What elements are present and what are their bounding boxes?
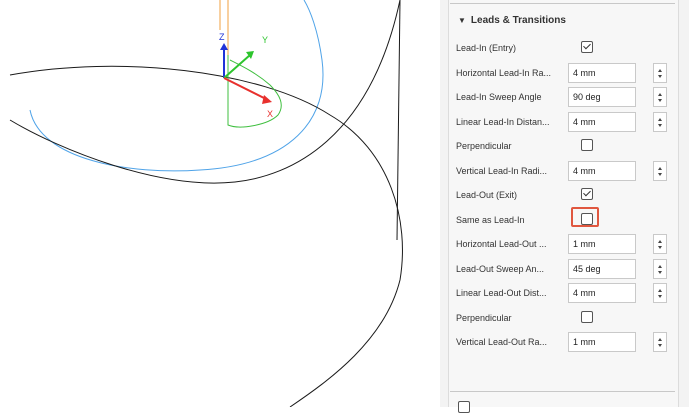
spinner-up-icon[interactable] (658, 93, 662, 96)
spinner-down-icon[interactable] (658, 246, 662, 249)
highlight-box (571, 206, 599, 227)
spinner-up-icon[interactable] (658, 289, 662, 292)
3d-viewport[interactable]: Z Y X (0, 0, 440, 407)
spinner-up-icon[interactable] (658, 338, 662, 341)
setting-row: Perpendicular (456, 136, 676, 158)
setting-row: Horizontal Lead-In Ra... 4 mm (456, 62, 676, 85)
spinner-down-icon[interactable] (658, 344, 662, 347)
z-axis-label: Z (219, 32, 225, 42)
setting-row: Vertical Lead-Out Ra... 1 mm (456, 332, 676, 354)
y-axis-label: Y (262, 35, 268, 45)
setting-value: 4 mm (573, 116, 596, 127)
spinner-down-icon[interactable] (658, 270, 662, 274)
spinner-buttons[interactable] (653, 283, 667, 303)
setting-label: Vertical Lead-Out Ra... (456, 337, 548, 347)
spinner-up-icon[interactable] (658, 264, 662, 268)
setting-value: 4 mm (573, 67, 596, 78)
spinner-buttons[interactable] (653, 258, 667, 279)
setting-value: 45 deg (573, 263, 601, 274)
section-header-leads[interactable]: ▼ Leads & Transitions (458, 15, 566, 26)
setting-value: 4 mm (573, 165, 596, 176)
setting-value: 4 mm (573, 288, 596, 298)
setting-value: 1 mm (573, 239, 596, 249)
lead-in-toolpath (227, 55, 282, 128)
spinner-down-icon[interactable] (658, 123, 662, 127)
setting-label: Lead-In (Entry) (456, 43, 517, 53)
spinner-down-icon[interactable] (658, 99, 662, 102)
setting-label: Perpendicular (456, 141, 512, 151)
setting-label: Horizontal Lead-Out ... (456, 239, 547, 249)
setting-row: Linear Lead-In Distan... 4 mm (456, 111, 676, 134)
section-divider-top (450, 3, 675, 4)
spinner-down-icon[interactable] (658, 172, 662, 176)
setting-value-input[interactable]: 1 mm (568, 234, 667, 254)
setting-label: Vertical Lead-In Radi... (456, 165, 548, 176)
setting-checkbox[interactable] (581, 41, 593, 53)
properties-panel: ▼ Leads & Transitions Lead-In (Entry) Hor… (440, 0, 689, 413)
setting-value-input[interactable]: 4 mm (568, 62, 667, 83)
next-section-checkbox[interactable] (458, 401, 470, 413)
setting-row: Lead-In (Entry) (456, 38, 676, 60)
setting-row: Vertical Lead-In Radi... 4 mm (456, 160, 676, 183)
section-title: Leads & Transitions (470, 15, 566, 26)
setting-checkbox[interactable] (581, 310, 593, 323)
spinner-buttons[interactable] (653, 111, 667, 132)
model-canvas[interactable]: Z Y X (0, 0, 440, 407)
setting-label: Perpendicular (456, 312, 512, 323)
spinner-up-icon[interactable] (658, 68, 662, 72)
x-axis-arrow (262, 95, 272, 104)
setting-value: 1 mm (573, 337, 596, 347)
setting-value: 90 deg (573, 92, 601, 102)
setting-checkbox[interactable] (581, 188, 593, 200)
collapse-triangle-icon[interactable]: ▼ (458, 16, 466, 25)
spinner-buttons[interactable] (653, 234, 667, 254)
setting-label: Lead-Out (Exit) (456, 190, 518, 200)
spinner-down-icon[interactable] (658, 74, 662, 78)
spinner-buttons[interactable] (653, 332, 667, 352)
setting-value-input[interactable]: 90 deg (568, 87, 667, 107)
setting-row: Horizontal Lead-Out ... 1 mm (456, 234, 676, 256)
setting-label: Horizontal Lead-In Ra... (456, 67, 552, 78)
setting-row: Perpendicular (456, 308, 676, 330)
setting-checkbox[interactable] (581, 139, 593, 151)
setting-label: Lead-Out Sweep An... (456, 263, 545, 274)
setting-label: Lead-In Sweep Angle (456, 92, 542, 102)
spinner-up-icon[interactable] (658, 240, 662, 243)
setting-row: Lead-Out Sweep An... 45 deg (456, 258, 676, 281)
spinner-buttons[interactable] (653, 160, 667, 181)
z-axis-arrow (220, 43, 228, 50)
spinner-up-icon[interactable] (658, 166, 662, 170)
x-axis-label: X (267, 109, 273, 119)
spinner-buttons[interactable] (653, 87, 667, 107)
setting-row: Linear Lead-Out Dist... 4 mm (456, 283, 676, 305)
model-edge-right (396, 0, 401, 241)
model-edge-left (9, 0, 401, 184)
setting-label: Same as Lead-In (456, 214, 525, 225)
spinner-down-icon[interactable] (658, 295, 662, 298)
setting-label: Linear Lead-Out Dist... (456, 288, 547, 298)
model-edge-ellipse-top (9, 65, 403, 407)
stock-circle (29, 0, 324, 172)
setting-label: Linear Lead-In Distan... (456, 116, 550, 127)
section-divider-bottom (450, 391, 675, 392)
setting-value-input[interactable]: 4 mm (568, 111, 667, 132)
setting-value-input[interactable]: 1 mm (568, 332, 667, 352)
setting-row: Lead-Out (Exit) (456, 185, 676, 207)
setting-value-input[interactable]: 4 mm (568, 160, 667, 181)
setting-value-input[interactable]: 4 mm (568, 283, 667, 303)
setting-row: Lead-In Sweep Angle 90 deg (456, 87, 676, 109)
spinner-buttons[interactable] (653, 62, 667, 83)
spinner-up-icon[interactable] (658, 117, 662, 121)
setting-row: Same as Lead-In (456, 206, 676, 232)
setting-value-input[interactable]: 45 deg (568, 258, 667, 279)
